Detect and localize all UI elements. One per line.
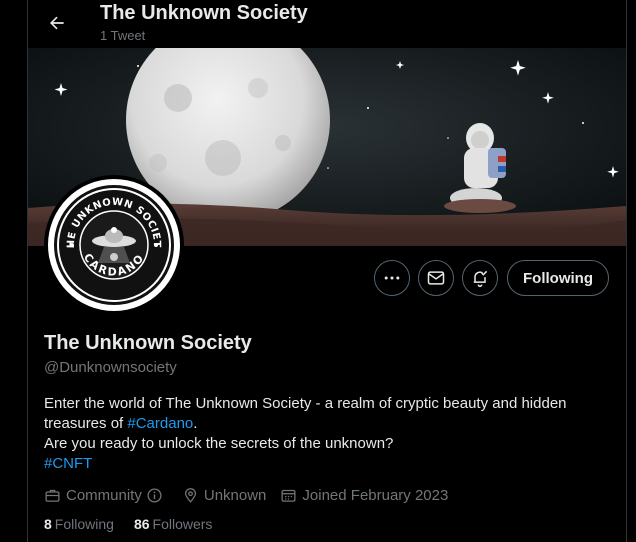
bio-text: . [193,415,198,432]
profile-name: The Unknown Society [44,332,252,354]
bell-check-icon [473,270,488,288]
profile-avatar[interactable]: THE UNKNOWN SOCIETY CARDANO [44,175,184,315]
calendar-icon [281,489,296,502]
column-divider-right [626,0,627,542]
following-count: 8 [44,516,52,532]
followers-count: 86 [133,516,150,532]
profile-bio: Enter the world of The Unknown Society -… [44,394,614,474]
bio-line: treasures of #Cardano. [44,414,614,434]
joined-label: Joined February 2023 [302,486,449,504]
followers-label: Followers [152,516,213,532]
more-dots-icon [384,276,400,280]
avatar-image: THE UNKNOWN SOCIETY CARDANO [48,179,180,311]
following-label: Following [54,516,114,532]
envelope-icon [427,271,445,285]
tweet-count: 1 Tweet [100,28,146,43]
joined-item: Joined February 2023 [280,487,448,504]
hashtag-link-cnft[interactable]: #CNFT [44,455,92,472]
bio-line: #CNFT [44,454,614,474]
bio-line: Enter the world of The Unknown Society -… [44,395,567,412]
follow-stats: 8 Following 86 Followers [44,516,232,532]
profile-header: The Unknown Society 1 Tweet [28,0,626,48]
unknown-society-logo: THE UNKNOWN SOCIETY CARDANO [52,183,174,305]
hashtag-link-cardano[interactable]: #Cardano [127,415,193,432]
profile-page: The Unknown Society 1 Tweet E UNKNOWN SO… [0,0,636,542]
briefcase-icon [45,489,60,502]
profile-handle: @Dunknownsociety [44,359,177,376]
profile-meta: Community Unknown Joined February 2023 [44,485,462,505]
notifications-button[interactable] [462,260,498,296]
message-button[interactable] [418,260,454,296]
bio-text: treasures of [44,415,128,432]
following-link[interactable]: 8 Following [44,516,114,532]
category-label: Community [66,486,142,504]
category-item: Community [44,487,168,504]
followers-link[interactable]: 86 Followers [134,516,212,532]
location-label: Unknown [203,486,267,504]
info-icon[interactable] [146,487,163,504]
back-button[interactable] [40,6,74,40]
location-item: Unknown [182,486,267,504]
following-button[interactable]: Following [507,260,609,296]
arrow-left-icon [50,16,64,30]
header-title: The Unknown Society [100,2,308,24]
bio-line: Are you ready to unlock the secrets of t… [44,435,394,452]
more-button[interactable] [374,260,410,296]
location-pin-icon [184,487,196,503]
